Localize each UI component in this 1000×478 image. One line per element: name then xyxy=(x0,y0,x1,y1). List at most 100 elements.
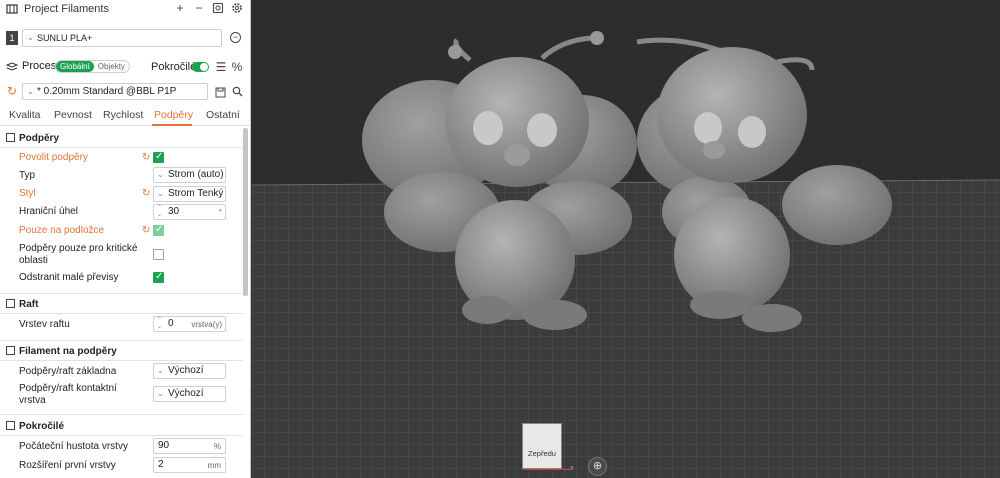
tab-others[interactable]: Ostatní xyxy=(206,109,240,121)
enable-supports-label: Povolit podpěry xyxy=(19,152,88,163)
filament-select[interactable]: ⌄ SUNLU PLA+ xyxy=(22,29,222,47)
sync-ams-icon[interactable] xyxy=(212,2,224,14)
view-cube[interactable]: Zepředu xyxy=(522,423,562,469)
raft-layers-value: 0 xyxy=(168,318,174,329)
advanced-toggle[interactable] xyxy=(192,62,209,72)
raft-layers-label: Vrstev raftu xyxy=(19,319,70,330)
compare-icon[interactable]: % xyxy=(231,61,243,73)
divider xyxy=(0,293,243,294)
bee-left-antenna-ball-1 xyxy=(448,45,462,59)
active-tab-indicator xyxy=(152,124,192,126)
bee-left-shoe-2 xyxy=(523,300,587,330)
section-advanced-title: Pokročilé xyxy=(19,421,65,432)
bee-left-eye-1 xyxy=(473,111,503,145)
advanced-label: Pokročilé xyxy=(151,61,197,73)
save-icon[interactable] xyxy=(214,86,226,98)
section-support-filament-title: Filament na podpěry xyxy=(19,346,117,357)
raft-layers-input[interactable]: ⌃ ⌄ 0 vrstva(y) xyxy=(153,316,226,332)
bee-right-wing-low-1 xyxy=(782,165,892,245)
support-style-label: Styl xyxy=(19,188,36,199)
bee-right-nose xyxy=(703,141,725,159)
section-raft-title: Raft xyxy=(19,299,39,310)
bee-left-nose xyxy=(504,144,530,166)
reset-icon[interactable]: ↻ xyxy=(142,152,150,163)
spin-arrows-icon[interactable]: ⌃ ⌄ xyxy=(157,317,162,331)
3d-viewport[interactable]: Zepředu x ⊕ xyxy=(252,0,1000,478)
settings-scrollbar[interactable] xyxy=(243,128,248,296)
divider xyxy=(0,414,243,415)
threshold-angle-label: Hraniční úhel xyxy=(19,206,78,217)
chevron-down-icon: ⌄ xyxy=(157,189,164,198)
search-icon[interactable] xyxy=(231,85,243,97)
advanced-section-icon xyxy=(6,421,15,430)
spin-arrows-icon[interactable]: ⌃ ⌄ xyxy=(157,205,162,219)
divider xyxy=(0,147,243,148)
support-interface-filament-label: Podpěry/raft kontaktní vrstva xyxy=(19,383,117,406)
bee-left-head xyxy=(445,57,589,187)
initial-layer-density-unit: % xyxy=(213,442,221,451)
support-style-select[interactable]: ⌄ Strom Tenký xyxy=(153,186,226,202)
filament-panel-header: Project Filaments + − xyxy=(0,0,250,18)
process-profile-row: ↻ ⌄ * 0.20mm Standard @BBL P1P xyxy=(0,83,250,101)
settings-gear-icon[interactable] xyxy=(231,2,243,14)
initial-layer-expansion-input[interactable]: 2 mm xyxy=(153,457,226,473)
filament-panel-title: Project Filaments xyxy=(24,3,109,15)
scope-global-option[interactable]: Globální xyxy=(56,61,94,72)
initial-layer-density-input[interactable]: 90 % xyxy=(153,438,226,454)
section-raft-header: Raft xyxy=(6,299,38,310)
on-build-plate-checkbox[interactable] xyxy=(153,224,164,236)
bee-right-eye-1 xyxy=(694,112,722,144)
list-icon[interactable]: ☰ xyxy=(215,61,227,73)
filament-slot-number: 1 xyxy=(6,31,18,45)
reset-icon[interactable]: ↻ xyxy=(142,225,150,236)
chevron-down-icon: ⌄ xyxy=(157,366,164,375)
process-panel-title: Proces xyxy=(22,60,57,72)
bee-left-antenna-ball-2 xyxy=(590,31,604,45)
axis-x-label: x xyxy=(570,465,574,472)
support-base-filament-select[interactable]: ⌄ Výchozí xyxy=(153,363,226,379)
section-advanced-header: Pokročilé xyxy=(6,421,64,432)
initial-layer-density-label: Počáteční hustota vrstvy xyxy=(19,441,128,452)
bee-right-eye-2 xyxy=(738,116,766,148)
build-plate-scene[interactable] xyxy=(252,0,1000,478)
bee-right-shoe-1 xyxy=(690,291,750,319)
initial-layer-expansion-unit: mm xyxy=(207,461,221,470)
remove-icon[interactable]: − xyxy=(193,2,205,14)
bee-left-shoe-1 xyxy=(462,296,512,324)
support-type-select[interactable]: ⌄ Strom (auto) xyxy=(153,167,226,183)
reset-profile-icon[interactable]: ↻ xyxy=(6,85,18,97)
scope-switch[interactable]: Globální Objekty xyxy=(55,60,130,73)
critical-regions-checkbox[interactable] xyxy=(153,249,164,260)
axis-x-line xyxy=(524,469,570,470)
threshold-angle-input[interactable]: ⌃ ⌄ 30 ° xyxy=(153,204,226,220)
enable-supports-checkbox[interactable] xyxy=(153,151,164,163)
settings-tabs: Kvalita Pevnost Rychlost Podpěry Ostatní xyxy=(0,106,250,126)
initial-layer-expansion-label: Rozšíření první vrstvy xyxy=(19,460,116,471)
section-support-filament-header: Filament na podpěry xyxy=(6,346,117,357)
support-interface-filament-select[interactable]: ⌄ Výchozí xyxy=(153,386,226,402)
chevron-down-icon: ⌄ xyxy=(27,87,34,96)
process-profile-select[interactable]: ⌄ * 0.20mm Standard @BBL P1P xyxy=(22,83,208,100)
remove-filament-icon[interactable]: − xyxy=(230,32,241,43)
tab-speed[interactable]: Rychlost xyxy=(103,109,143,121)
filament-spool-icon xyxy=(6,3,18,15)
process-profile-value: * 0.20mm Standard @BBL P1P xyxy=(37,86,177,97)
tab-quality[interactable]: Kvalita xyxy=(9,109,41,121)
remove-small-overhangs-checkbox[interactable] xyxy=(153,271,164,283)
scope-objects-option[interactable]: Objekty xyxy=(94,61,129,72)
tab-strength[interactable]: Pevnost xyxy=(54,109,92,121)
raft-layers-unit: vrstva(y) xyxy=(191,320,222,329)
raft-section-icon xyxy=(6,299,15,308)
chevron-down-icon: ⌄ xyxy=(27,33,34,42)
tab-supports[interactable]: Podpěry xyxy=(154,109,193,121)
add-icon[interactable]: + xyxy=(174,2,186,14)
process-layers-icon xyxy=(6,61,18,73)
initial-layer-density-value: 90 xyxy=(158,440,170,451)
orbit-camera-icon[interactable]: ⊕ xyxy=(588,457,607,476)
supports-section-icon xyxy=(6,133,15,142)
reset-icon[interactable]: ↻ xyxy=(142,188,150,199)
support-interface-filament-value: Výchozí xyxy=(168,388,204,399)
section-supports-title: Podpěry xyxy=(19,133,60,144)
support-type-value: Strom (auto) xyxy=(168,169,224,180)
degree-unit-icon: ° xyxy=(218,208,222,217)
